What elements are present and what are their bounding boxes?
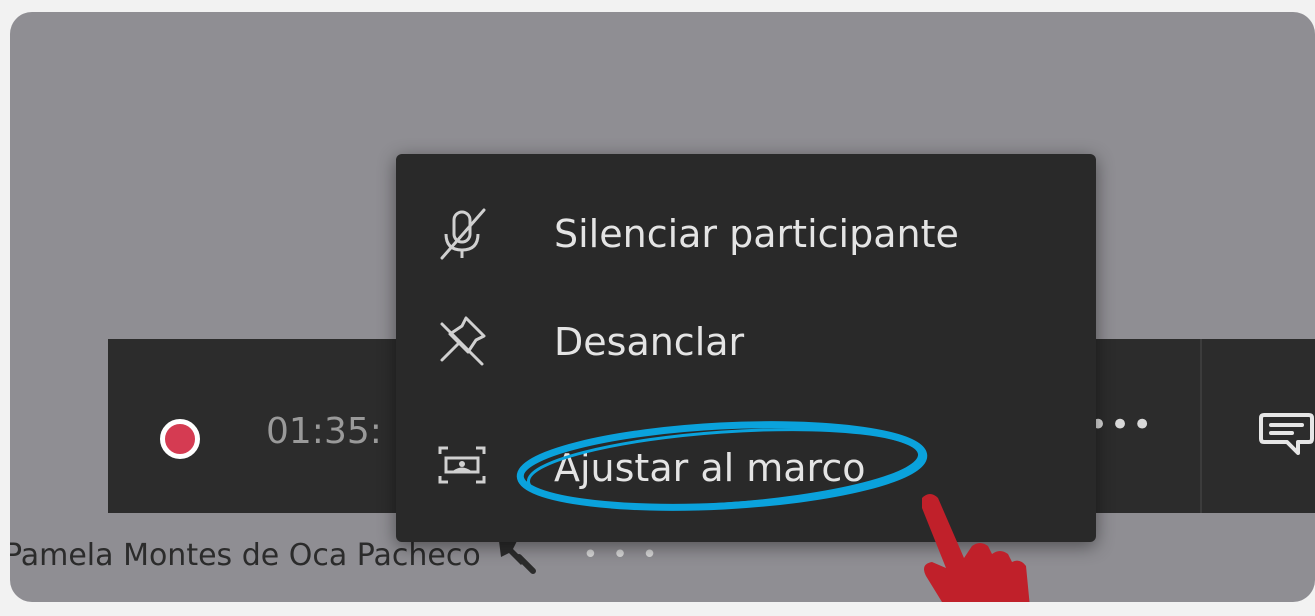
- participant-more-button[interactable]: • • •: [583, 540, 661, 570]
- menu-item-label: Ajustar al marco: [554, 446, 866, 490]
- fit-to-frame-icon: [438, 446, 486, 484]
- participant-context-menu: Silenciar participante Desanclar Ajustar…: [396, 154, 1096, 542]
- participant-name: Pamela Montes de Oca Pacheco: [10, 537, 481, 573]
- toolbar-divider: [1200, 339, 1202, 513]
- menu-item-mute-participant[interactable]: Silenciar participante: [396, 182, 1096, 302]
- menu-item-unpin[interactable]: Desanclar: [396, 302, 1096, 422]
- menu-item-label: Desanclar: [554, 320, 745, 364]
- recording-indicator-icon: [160, 419, 200, 459]
- unpin-icon: [440, 316, 486, 366]
- video-stage: 01:35: ••• Pamela Montes de Oca Pacheco …: [10, 12, 1315, 602]
- menu-item-fit-to-frame[interactable]: Ajustar al marco: [396, 416, 1096, 536]
- menu-item-label: Silenciar participante: [554, 212, 959, 256]
- call-timer: 01:35:: [266, 411, 382, 452]
- chat-icon[interactable]: [1258, 411, 1315, 455]
- mic-off-icon: [440, 208, 486, 260]
- more-actions-button[interactable]: •••: [1088, 405, 1154, 445]
